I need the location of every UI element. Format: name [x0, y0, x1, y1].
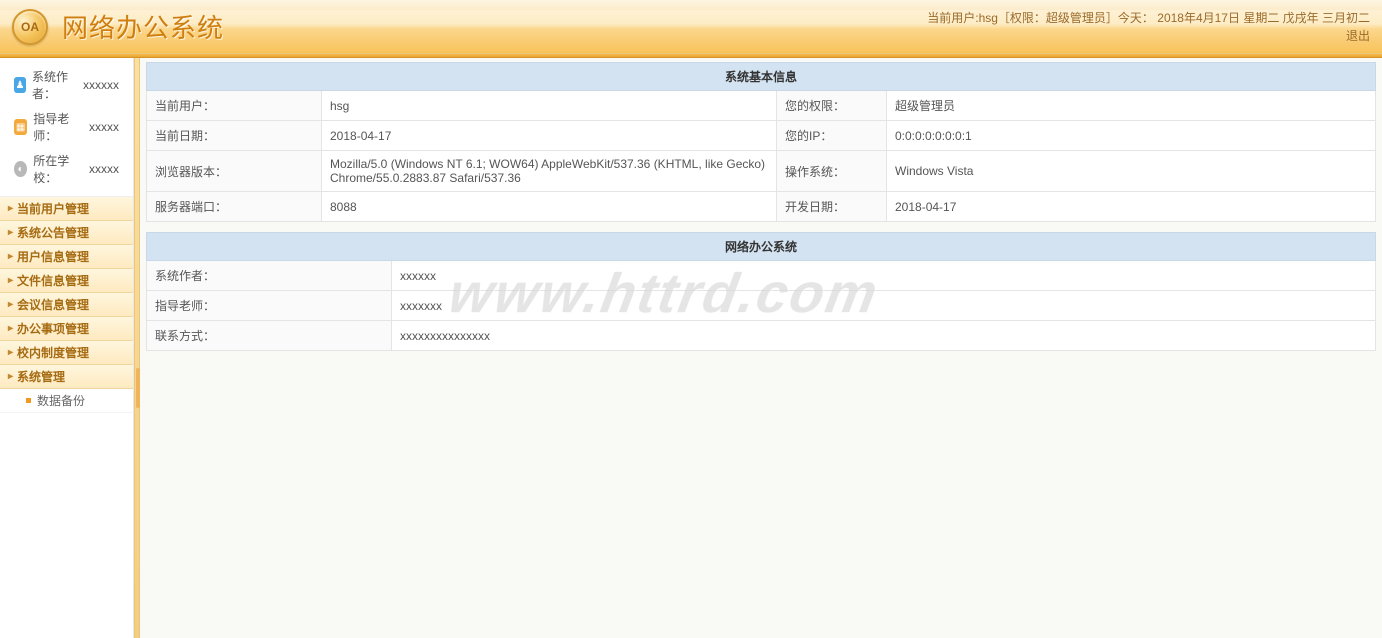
menu-label: 校内制度管理 — [17, 344, 89, 361]
table-title: 系统基本信息 — [147, 63, 1376, 91]
main-panel: 系统基本信息 当前用户： hsg 您的权限： 超级管理员 当前日期： 2018-… — [140, 58, 1382, 638]
system-info-table: 系统基本信息 当前用户： hsg 您的权限： 超级管理员 当前日期： 2018-… — [146, 62, 1376, 222]
cell-label: 指导老师： — [147, 291, 392, 321]
cell-value: xxxxxxx — [392, 291, 1376, 321]
calendar-icon: ▦ — [14, 119, 27, 135]
info-teacher-val: xxxxx — [89, 120, 119, 134]
cell-label: 浏览器版本： — [147, 151, 322, 192]
info-author: ♟ 系统作者： xxxxxx — [0, 64, 133, 106]
info-teacher: ▦ 指导老师： xxxxx — [0, 106, 133, 148]
logout-link[interactable]: 退出 — [1346, 29, 1370, 43]
status-line: 当前用户:hsg［权限：超级管理员］今天： 2018年4月17日 星期二 戊戌年… — [927, 9, 1370, 27]
logo-area: OA 网络办公系统 — [12, 8, 224, 45]
info-school: ◐ 所在学校： xxxxx — [0, 148, 133, 190]
menu-list: ▸当前用户管理 ▸系统公告管理 ▸用户信息管理 ▸文件信息管理 ▸会议信息管理 … — [0, 196, 133, 413]
cell-label: 当前用户： — [147, 91, 322, 121]
menu-file-info[interactable]: ▸ 文件信息管理 — [0, 269, 133, 293]
menu-system-manage[interactable]: ▸ 系统管理 — [0, 365, 133, 389]
cell-label: 联系方式： — [147, 321, 392, 351]
info-author-label: 系统作者： — [32, 68, 77, 102]
cell-value: 8088 — [322, 192, 777, 222]
info-school-label: 所在学校： — [33, 152, 83, 186]
menu-current-user[interactable]: ▸ 当前用户管理 — [0, 197, 133, 221]
table-row: 当前日期： 2018-04-17 您的IP： 0:0:0:0:0:0:0:1 — [147, 121, 1376, 151]
menu-meeting-info[interactable]: ▸ 会议信息管理 — [0, 293, 133, 317]
arrow-icon: ▸ — [8, 203, 13, 214]
globe-icon: ◐ — [14, 161, 27, 177]
cell-label: 当前日期： — [147, 121, 322, 151]
cell-value: 0:0:0:0:0:0:0:1 — [887, 121, 1376, 151]
cell-label: 服务器端口： — [147, 192, 322, 222]
cell-label: 系统作者： — [147, 261, 392, 291]
sidebar-info: ♟ 系统作者： xxxxxx ▦ 指导老师： xxxxx ◐ 所在学校： xxxxx — [0, 58, 133, 196]
table-row: 指导老师： xxxxxxx — [147, 291, 1376, 321]
arrow-icon: ▸ — [8, 371, 13, 382]
menu-label: 系统管理 — [17, 368, 65, 385]
cell-value: Windows Vista — [887, 151, 1376, 192]
arrow-icon: ▸ — [8, 251, 13, 262]
cell-value: xxxxxxxxxxxxxxx — [392, 321, 1376, 351]
sidebar: ♟ 系统作者：xxxxxx ▦ 指导老师：xxxxx ◐ 所在学校：xxxxx … — [0, 58, 134, 638]
table-row: 系统作者： xxxxxx — [147, 261, 1376, 291]
cell-label: 操作系统： — [777, 151, 887, 192]
table-title: 网络办公系统 — [147, 233, 1376, 261]
submenu-label: 数据备份 — [37, 392, 85, 409]
arrow-icon: ▸ — [8, 347, 13, 358]
menu-label: 系统公告管理 — [17, 224, 89, 241]
table-row: 联系方式： xxxxxxxxxxxxxxx — [147, 321, 1376, 351]
app-header: OA 网络办公系统 当前用户:hsg［权限：超级管理员］今天： 2018年4月1… — [0, 0, 1382, 54]
splitter-bar[interactable] — [134, 58, 140, 638]
menu-announcement[interactable]: ▸ 系统公告管理 — [0, 221, 133, 245]
info-author-val: xxxxxx — [83, 78, 119, 92]
logo-icon: OA — [12, 9, 48, 45]
info-teacher-label: 指导老师： — [33, 110, 83, 144]
cell-value: xxxxxx — [392, 261, 1376, 291]
menu-label: 文件信息管理 — [17, 272, 89, 289]
arrow-icon: ▸ — [8, 227, 13, 238]
menu-user-info[interactable]: ▸ 用户信息管理 — [0, 245, 133, 269]
arrow-icon: ▸ — [8, 323, 13, 334]
submenu-data-backup[interactable]: 数据备份 — [0, 389, 133, 413]
menu-label: 用户信息管理 — [17, 248, 89, 265]
menu-office-tasks[interactable]: ▸ 办公事项管理 — [0, 317, 133, 341]
table-row: 当前用户： hsg 您的权限： 超级管理员 — [147, 91, 1376, 121]
cell-value: Mozilla/5.0 (Windows NT 6.1; WOW64) Appl… — [322, 151, 777, 192]
content-wrap: ♟ 系统作者：xxxxxx ▦ 指导老师：xxxxx ◐ 所在学校：xxxxx … — [0, 58, 1382, 638]
cell-value: 超级管理员 — [887, 91, 1376, 121]
cell-value: 2018-04-17 — [322, 121, 777, 151]
menu-label: 当前用户管理 — [17, 200, 89, 217]
info-school-val: xxxxx — [89, 162, 119, 176]
menu-label: 会议信息管理 — [17, 296, 89, 313]
bullet-icon — [26, 398, 31, 403]
office-system-table: 网络办公系统 系统作者： xxxxxx 指导老师： xxxxxxx 联系方式： … — [146, 232, 1376, 351]
cell-value: 2018-04-17 — [887, 192, 1376, 222]
menu-school-rules[interactable]: ▸ 校内制度管理 — [0, 341, 133, 365]
menu-label: 办公事项管理 — [17, 320, 89, 337]
cell-label: 您的IP： — [777, 121, 887, 151]
arrow-icon: ▸ — [8, 275, 13, 286]
table-row: 浏览器版本： Mozilla/5.0 (Windows NT 6.1; WOW6… — [147, 151, 1376, 192]
user-icon: ♟ — [14, 77, 26, 93]
header-status: 当前用户:hsg［权限：超级管理员］今天： 2018年4月17日 星期二 戊戌年… — [927, 9, 1370, 45]
cell-label: 开发日期： — [777, 192, 887, 222]
splitter-handle-icon — [136, 368, 140, 408]
cell-value: hsg — [322, 91, 777, 121]
cell-label: 您的权限： — [777, 91, 887, 121]
table-row: 服务器端口： 8088 开发日期： 2018-04-17 — [147, 192, 1376, 222]
arrow-icon: ▸ — [8, 299, 13, 310]
system-title: 网络办公系统 — [62, 8, 224, 45]
